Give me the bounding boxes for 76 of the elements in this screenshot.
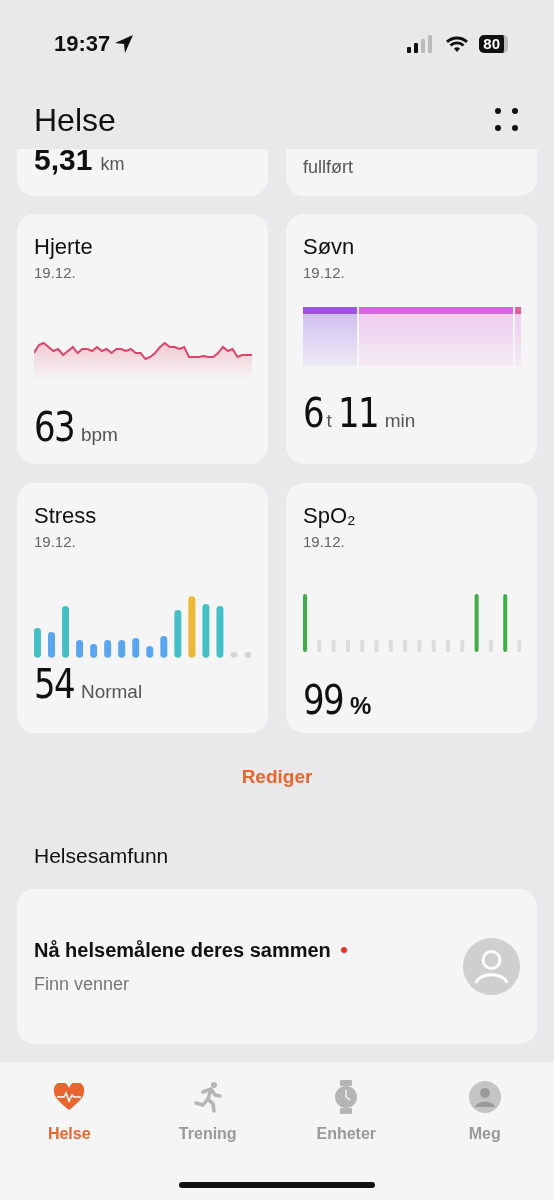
oxygen-bar <box>417 639 422 652</box>
metric-value: 63 <box>34 404 74 449</box>
stress-bar <box>216 605 224 658</box>
metric-value: 6 <box>303 390 323 435</box>
distance-unit: km <box>100 153 125 176</box>
activity-card[interactable]: fullført <box>286 149 537 196</box>
metric-unit: % <box>349 690 372 721</box>
stress-bar <box>230 651 238 658</box>
watch-icon <box>334 1080 359 1114</box>
stress-bar <box>160 635 168 658</box>
metric-value: 99 <box>303 677 343 722</box>
community-title: Nå helsemålene deres sammen <box>34 938 331 963</box>
sleep-stage-shading <box>303 313 357 366</box>
health-card[interactable]: Stress 19.12. 54 Normal <box>17 483 268 733</box>
card-date: 19.12. <box>303 263 346 283</box>
distance-value: 5,31 <box>34 147 93 173</box>
card-title: Hjerte <box>34 234 94 260</box>
sleep-stage-shading <box>515 313 521 366</box>
oxygen-bar <box>317 639 322 652</box>
page-title: Helse <box>34 101 116 140</box>
stress-bar <box>90 643 98 658</box>
oxygen-bar <box>331 639 336 652</box>
stress-bar <box>244 651 251 658</box>
health-card[interactable]: Hjerte 19.12. 63 bpm <box>17 214 268 464</box>
stress-bar <box>104 639 112 658</box>
stress-bar <box>146 645 154 658</box>
oxygen-bar <box>488 639 493 652</box>
stress-bar <box>34 627 41 658</box>
oxygen-bar <box>403 639 408 652</box>
metric-unit: min <box>384 408 416 433</box>
status-time: 19:37 <box>54 30 111 58</box>
grid-menu-icon[interactable] <box>494 107 520 133</box>
section-heading: Helsesamfunn <box>33 842 170 869</box>
oxygen-bar <box>374 639 379 652</box>
stress-bar <box>62 605 70 658</box>
stress-bar <box>76 639 84 658</box>
card-title: SpO₂ <box>303 503 357 529</box>
stress-bar <box>202 603 210 658</box>
oxygen-bar <box>388 639 393 652</box>
stress-bar <box>48 631 55 658</box>
runner-icon <box>193 1081 222 1113</box>
community-subtitle: Finn venner <box>34 973 131 996</box>
profile-avatar-icon <box>468 1081 501 1113</box>
card-title: Stress <box>34 503 98 529</box>
metric-unit: t <box>326 408 332 433</box>
heart-pulse-icon <box>53 1083 86 1111</box>
oxygen-bar <box>345 639 350 652</box>
metric-unit: bpm <box>80 422 118 447</box>
metric-unit: Normal <box>80 679 143 704</box>
metric-value: 11 <box>337 390 378 435</box>
avatar-icon <box>463 938 520 995</box>
oxygen-bar <box>460 639 465 652</box>
location-arrow-icon <box>114 33 135 54</box>
card-date: 19.12. <box>34 263 77 283</box>
metric-value: 54 <box>34 661 74 706</box>
oxygen-bar <box>503 593 508 652</box>
activity-caption: fullført <box>303 156 354 178</box>
sleep-segment <box>303 306 357 314</box>
distance-card[interactable]: 5,31 km <box>17 149 268 196</box>
sleep-segment <box>515 306 521 314</box>
oxygen-bar <box>303 593 307 652</box>
stress-bar <box>118 639 126 658</box>
oxygen-bar <box>474 593 479 652</box>
wifi-icon <box>445 34 470 53</box>
community-card[interactable]: Nå helsemålene deres sammen Finn venner <box>17 889 537 1044</box>
battery-indicator: 80 <box>479 34 508 53</box>
card-title: Søvn <box>303 234 356 260</box>
card-date: 19.12. <box>34 532 77 552</box>
stress-bar <box>174 609 182 658</box>
health-card[interactable]: Søvn 19.12. 6t 11 min <box>286 214 537 464</box>
stress-bar <box>132 637 140 658</box>
health-card[interactable]: SpO₂ 19.12. 99 % <box>286 483 537 733</box>
oxygen-bar <box>431 639 436 652</box>
oxygen-bar <box>360 639 365 652</box>
card-date: 19.12. <box>303 532 346 552</box>
stress-bar <box>188 595 196 658</box>
